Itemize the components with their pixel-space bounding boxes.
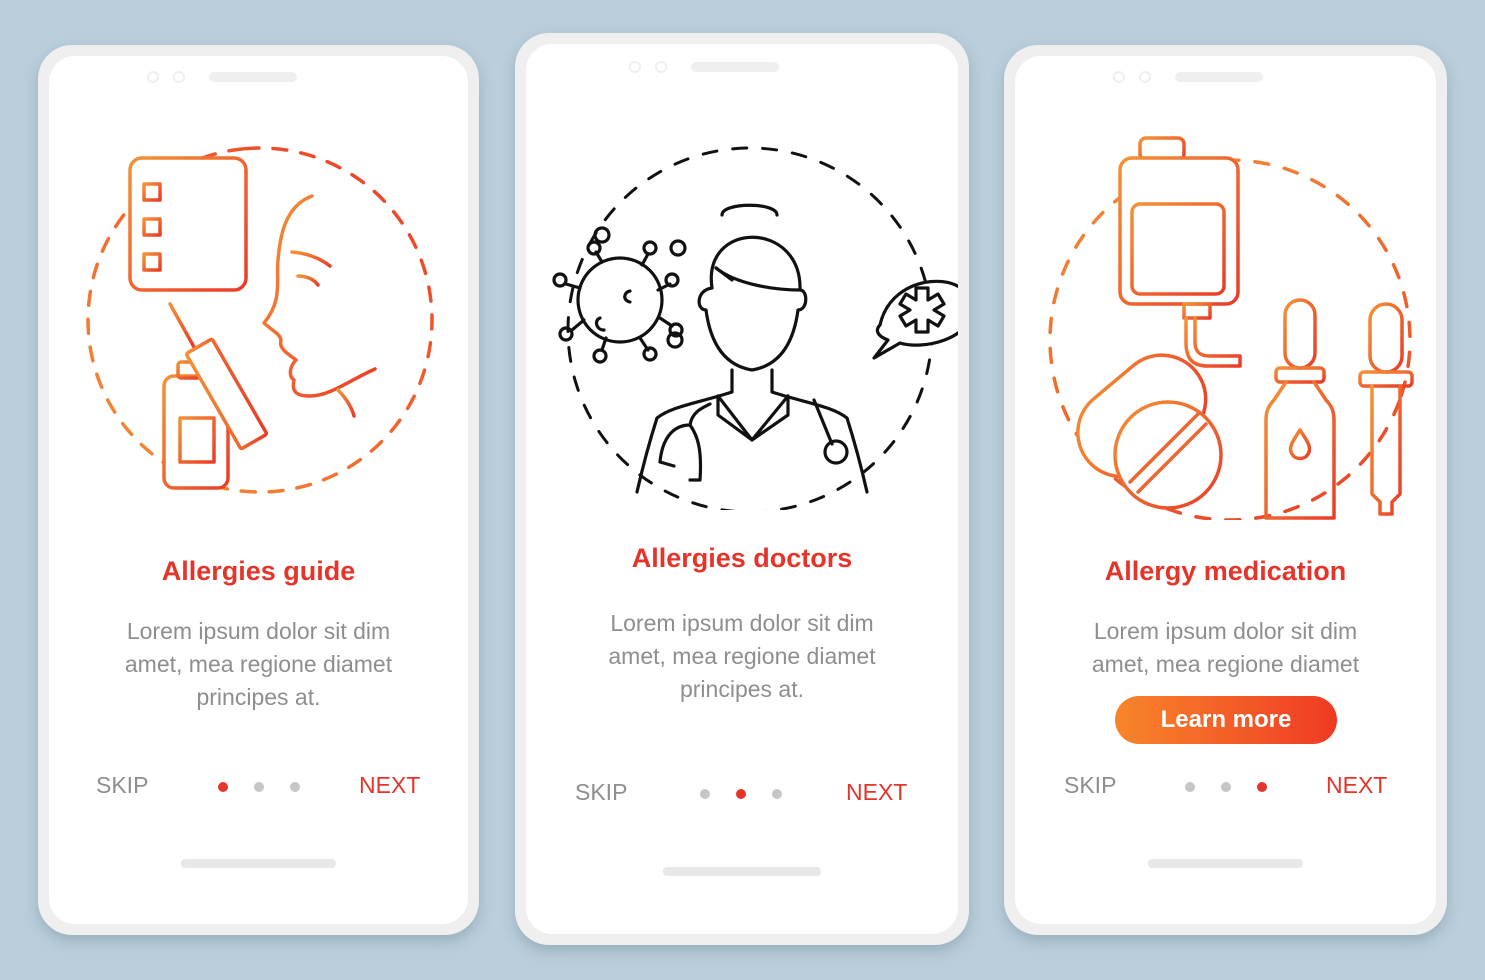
description-line: principes at. [679, 676, 804, 702]
description-line: Lorem ipsum dolor sit dim [610, 610, 874, 636]
sensor-icon [1139, 71, 1151, 83]
doctor-icon [552, 146, 958, 510]
skip-button[interactable]: SKIP [96, 772, 148, 799]
screen-description: Lorem ipsum dolor sit dim amet, mea regi… [1015, 615, 1436, 681]
description-line: Lorem ipsum dolor sit dim [1093, 618, 1358, 644]
page-indicator [1185, 782, 1267, 792]
medication-icon [1048, 136, 1414, 520]
phone-screen: Allergy medication Lorem ipsum dolor sit… [1015, 56, 1436, 924]
home-indicator [181, 859, 336, 868]
screen-title: Allergy medication [1104, 556, 1347, 586]
description-line: amet, mea regione diamet [608, 643, 876, 669]
home-indicator [1148, 859, 1303, 868]
page-dot-1[interactable] [218, 782, 228, 792]
page-dot-2[interactable] [254, 782, 264, 792]
speaker-grille [691, 62, 779, 72]
next-button[interactable]: NEXT [1326, 772, 1387, 799]
page-dot-1[interactable] [1185, 782, 1195, 792]
page-indicator [700, 789, 782, 799]
onboarding-screen-2: Allergies doctors Lorem ipsum dolor sit … [515, 33, 969, 945]
phone-speaker [147, 71, 297, 83]
description-line: principes at. [196, 684, 321, 710]
phone-screen: Allergies guide Lorem ipsum dolor sit di… [49, 56, 468, 924]
learn-more-button[interactable]: Learn more [1115, 696, 1337, 744]
description-line: Lorem ipsum dolor sit dim [126, 618, 391, 644]
phone-speaker [1113, 71, 1263, 83]
onboarding-nav: SKIP NEXT [526, 779, 958, 809]
sensor-icon [655, 61, 667, 73]
camera-icon [147, 71, 159, 83]
allergy-test-icon [86, 146, 434, 494]
page-dot-1[interactable] [700, 789, 710, 799]
onboarding-screen-1: Allergies guide Lorem ipsum dolor sit di… [38, 45, 479, 935]
screen-description: Lorem ipsum dolor sit dim amet, mea regi… [526, 607, 958, 706]
description-line: amet, mea regione diamet [124, 651, 393, 677]
page-dot-3[interactable] [290, 782, 300, 792]
camera-icon [1113, 71, 1125, 83]
home-indicator [663, 867, 821, 876]
onboarding-nav: SKIP NEXT [1015, 772, 1436, 802]
page-dot-3[interactable] [772, 789, 782, 799]
page-indicator [218, 782, 300, 792]
phone-screen: Allergies doctors Lorem ipsum dolor sit … [526, 44, 958, 934]
next-button[interactable]: NEXT [359, 772, 420, 799]
description-line: amet, mea regione diamet [1091, 651, 1360, 677]
page-dot-2[interactable] [736, 789, 746, 799]
speaker-grille [1175, 72, 1263, 82]
screen-description: Lorem ipsum dolor sit dim amet, mea regi… [49, 615, 468, 714]
onboarding-nav: SKIP NEXT [49, 772, 468, 802]
skip-button[interactable]: SKIP [1064, 772, 1116, 799]
page-dot-2[interactable] [1221, 782, 1231, 792]
skip-button[interactable]: SKIP [575, 779, 627, 806]
screen-title: Allergies doctors [631, 543, 853, 573]
sensor-icon [173, 71, 185, 83]
screen-title: Allergies guide [161, 556, 356, 586]
onboarding-screen-3: Allergy medication Lorem ipsum dolor sit… [1004, 45, 1447, 935]
camera-icon [629, 61, 641, 73]
next-button[interactable]: NEXT [846, 779, 907, 806]
page-dot-3[interactable] [1257, 782, 1267, 792]
speaker-grille [209, 72, 297, 82]
phone-speaker [629, 61, 779, 73]
